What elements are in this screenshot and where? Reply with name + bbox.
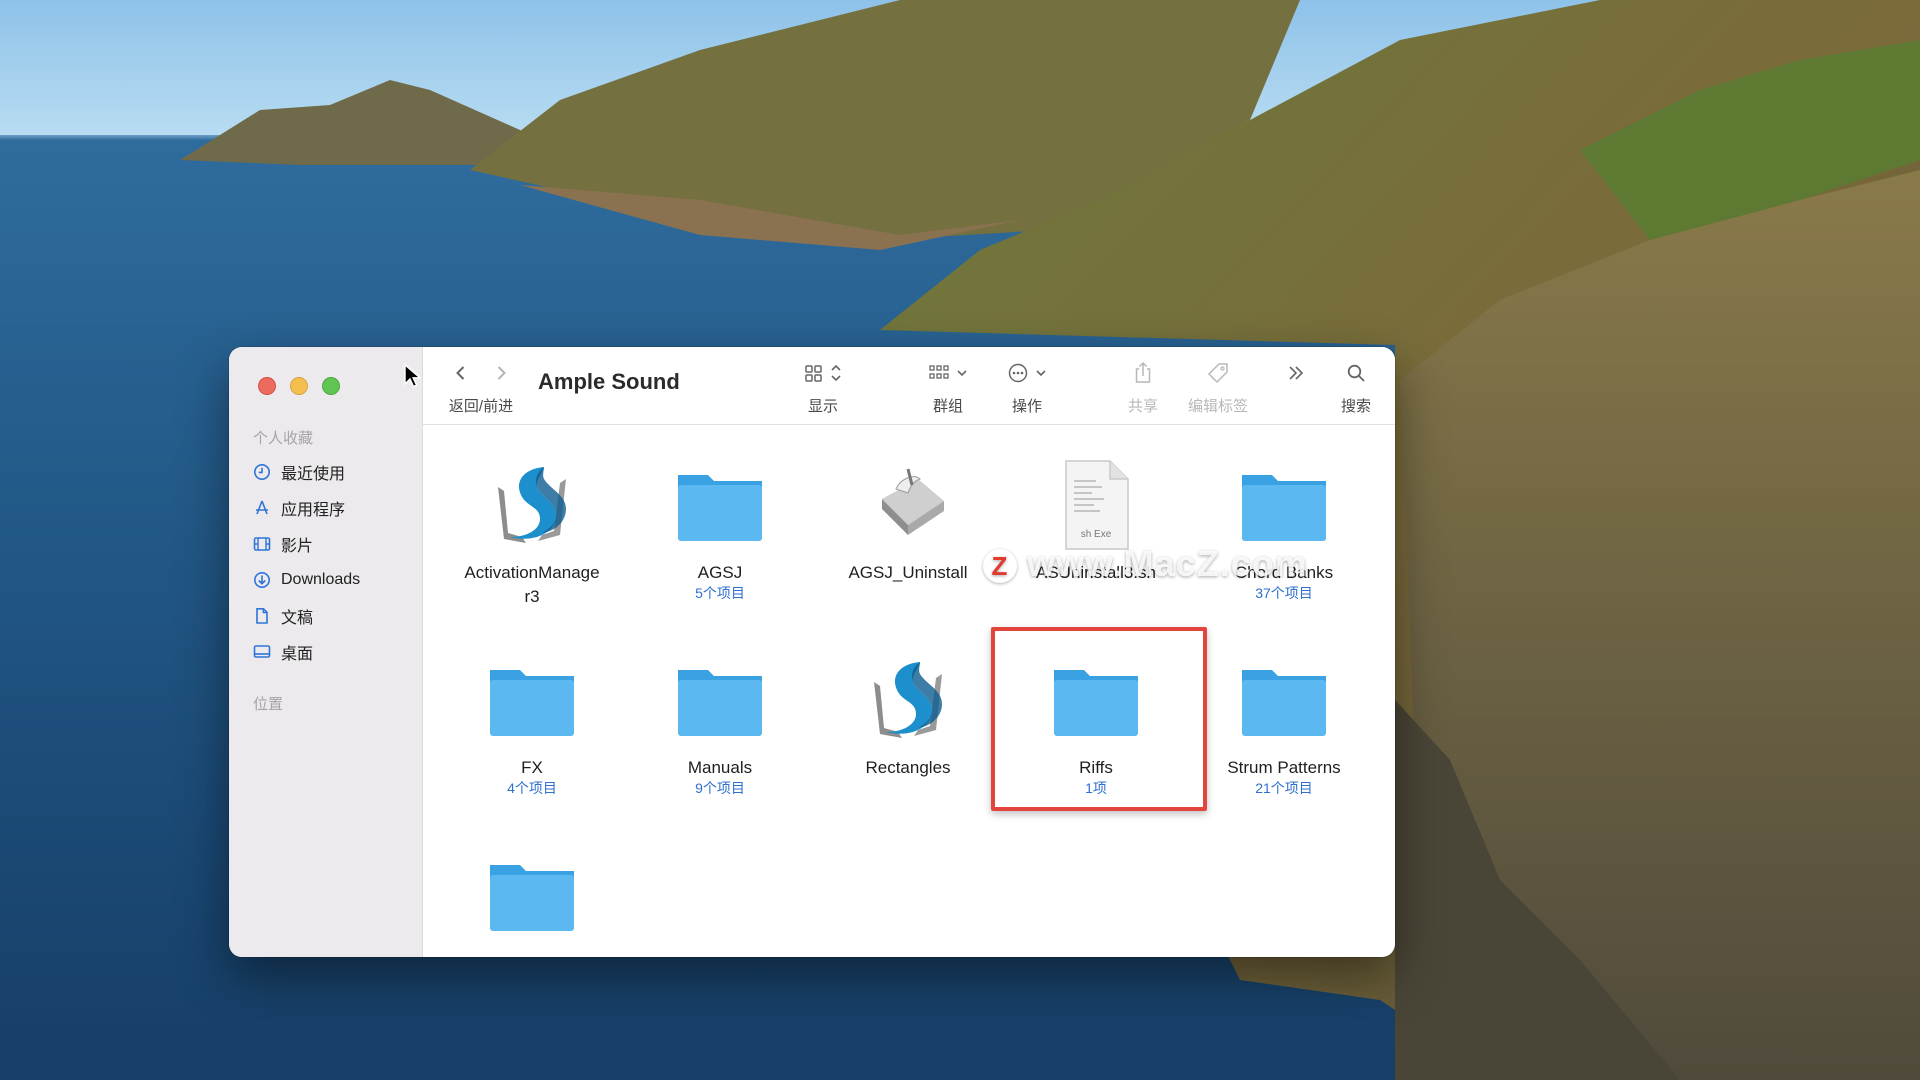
- tag-icon: [1207, 363, 1228, 384]
- file-item-count: 5个项目: [695, 585, 745, 601]
- file-item-activationmanager[interactable]: ActivationManage r3: [447, 455, 617, 609]
- file-item-count: 9个项目: [695, 780, 745, 796]
- ample-sound-app-icon: [823, 650, 993, 750]
- view-label: 显示: [807, 398, 838, 415]
- zoom-button[interactable]: [322, 377, 340, 395]
- share-label: 共享: [1127, 398, 1158, 415]
- sidebar-item-label: 应用程序: [281, 502, 346, 519]
- search-label: 搜索: [1340, 398, 1371, 415]
- forward-icon[interactable]: [491, 363, 511, 383]
- folder-icon: [635, 455, 805, 555]
- desktop-icon: [253, 645, 271, 658]
- mouse-cursor-icon: [404, 363, 421, 388]
- watermark: Zwww.MacZ.com: [983, 543, 1308, 585]
- file-item-count: 21个项目: [1255, 780, 1313, 796]
- folder-icon: [635, 650, 805, 750]
- file-name: Rectangles: [865, 758, 951, 777]
- more-toolbar-button[interactable]: [1281, 359, 1311, 387]
- group-label: 群组: [932, 398, 963, 415]
- script-icon: [823, 455, 993, 555]
- sidebar-item-downloads[interactable]: Downloads: [253, 562, 360, 598]
- search-button[interactable]: 搜索: [1331, 359, 1381, 416]
- minimize-button[interactable]: [290, 377, 308, 395]
- folder-icon: [447, 845, 617, 945]
- edit-tags-button[interactable]: 编辑标签: [1178, 359, 1258, 416]
- sidebar-item-label: 影片: [281, 538, 314, 555]
- file-name: Manuals: [687, 758, 753, 777]
- more-actions-icon: [1008, 363, 1028, 383]
- updown-chevron-icon: [831, 364, 841, 382]
- action-button[interactable]: 操作: [997, 359, 1057, 416]
- grid-view-icon: [805, 365, 822, 382]
- file-item-count: 37个项目: [1255, 585, 1313, 601]
- chevron-down-icon: [1036, 370, 1046, 377]
- file-item-folder[interactable]: [447, 845, 617, 945]
- file-item-count: 4个项目: [507, 780, 557, 796]
- toolbar: 返回/前进 Ample Sound 显示 群组 操作 共享 编辑标签 搜索: [423, 347, 1395, 425]
- file-item-rectangles[interactable]: Rectangles: [823, 650, 993, 780]
- file-name: Strum Patterns: [1227, 758, 1341, 777]
- file-grid: ActivationManage r3 AGSJ 5个项目 AGSJ_Unins…: [423, 425, 1395, 957]
- double-chevron-right-icon: [1289, 366, 1304, 380]
- file-item-manuals[interactable]: Manuals 9个项目: [635, 650, 805, 796]
- sidebar-item-recents[interactable]: 最近使用: [253, 454, 360, 490]
- sidebar-item-movies[interactable]: 影片: [253, 526, 360, 562]
- chevron-down-icon: [957, 370, 967, 377]
- sidebar-item-label: 文稿: [281, 610, 314, 627]
- edit-tags-label: 编辑标签: [1187, 398, 1248, 415]
- favorites-list: 最近使用 应用程序 影片 Downloads 文稿 桌面: [253, 454, 360, 670]
- sidebar: 个人收藏 最近使用 应用程序 影片 Downloads 文稿 桌面 位置: [229, 347, 423, 957]
- sidebar-item-applications[interactable]: 应用程序: [253, 490, 360, 526]
- window-controls: [258, 377, 340, 395]
- share-icon: [1135, 361, 1151, 383]
- document-file-icon: sh Exe: [1011, 455, 1181, 555]
- window-title: Ample Sound: [538, 369, 680, 394]
- file-name: FX: [521, 758, 543, 777]
- favorites-header: 个人收藏: [253, 430, 314, 447]
- file-item-agsj-uninstall[interactable]: AGSJ_Uninstall: [823, 455, 993, 585]
- group-icon: [929, 365, 949, 379]
- watermark-logo: Z: [983, 549, 1017, 584]
- document-icon: [256, 608, 268, 624]
- action-label: 操作: [1011, 398, 1042, 415]
- film-icon: [253, 537, 271, 551]
- sidebar-item-desktop[interactable]: 桌面: [253, 634, 360, 670]
- watermark-text: www.MacZ.com: [1027, 543, 1308, 584]
- document-icon-label: sh Exe: [1081, 529, 1112, 540]
- file-name: AGSJ_Uninstall: [848, 563, 968, 582]
- file-item-strum-patterns[interactable]: Strum Patterns 21个项目: [1199, 650, 1369, 796]
- sidebar-item-label: Downloads: [281, 571, 361, 588]
- folder-icon: [447, 650, 617, 750]
- download-icon: [254, 572, 270, 588]
- applications-icon: [256, 500, 268, 515]
- share-button[interactable]: 共享: [1118, 359, 1168, 416]
- sidebar-item-label: 最近使用: [281, 466, 346, 483]
- back-icon[interactable]: [451, 363, 471, 383]
- folder-icon: [1199, 455, 1369, 555]
- sidebar-item-label: 桌面: [281, 646, 314, 663]
- back-forward-control: 返回/前进: [441, 359, 521, 416]
- locations-header: 位置: [253, 696, 284, 713]
- finder-window: 个人收藏 最近使用 应用程序 影片 Downloads 文稿 桌面 位置 返回/…: [229, 347, 1395, 957]
- sidebar-item-documents[interactable]: 文稿: [253, 598, 360, 634]
- selection-highlight: [991, 627, 1207, 811]
- ample-sound-app-icon: [447, 455, 617, 555]
- folder-icon: [1199, 650, 1369, 750]
- file-item-agsj[interactable]: AGSJ 5个项目: [635, 455, 805, 601]
- file-name: ActivationManage r3: [464, 563, 600, 606]
- file-name: AGSJ: [697, 563, 743, 582]
- back-forward-label: 返回/前进: [448, 398, 514, 415]
- search-icon: [1347, 364, 1365, 382]
- group-button[interactable]: 群组: [918, 359, 978, 416]
- view-button[interactable]: 显示: [793, 359, 853, 416]
- clock-icon: [254, 464, 270, 480]
- file-item-fx[interactable]: FX 4个项目: [447, 650, 617, 796]
- close-button[interactable]: [258, 377, 276, 395]
